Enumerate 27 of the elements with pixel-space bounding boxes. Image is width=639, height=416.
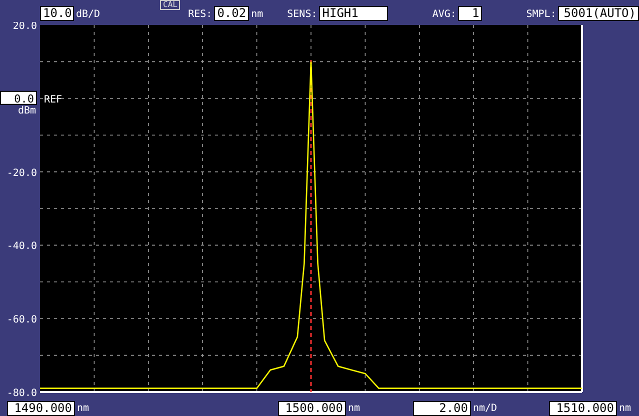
wavelength-unit: nm [77,402,90,416]
wavelength-field[interactable]: 1510.000 [549,401,617,416]
ref-level-field[interactable]: 0.0 [0,90,37,106]
setting-label: AVG: [432,8,456,22]
setting-field[interactable]: 5001(AUTO) [558,6,639,21]
scale-unit: dB/D [76,8,100,22]
y-axis-label: -20.0 [6,168,37,179]
setting-label: SMPL: [526,8,556,22]
setting-label: SENS: [287,8,318,22]
scale-field[interactable]: 10.0 [40,6,74,21]
ref-label: REF [44,94,62,106]
setting-label: RES: [188,8,212,22]
cal-badge: CAL [160,0,180,10]
y-axis-label: -60.0 [6,314,37,326]
span-field[interactable]: 2.00 [413,401,471,416]
wavelength-field[interactable]: 1500.000 [278,401,346,416]
ref-unit: dBm [18,105,36,116]
setting-unit: nm [251,8,264,22]
setting-field[interactable]: 1 [458,6,482,21]
setting-field[interactable]: HIGH1 [319,6,388,21]
y-axis-label: -40.0 [6,241,37,252]
y-axis-label: -80.0 [6,388,37,399]
wavelength-unit: nm [619,402,632,416]
wavelength-field[interactable]: 1490.000 [7,401,75,416]
span-unit: nm/D [473,402,498,416]
setting-field[interactable]: 0.02 [214,6,250,21]
wavelength-unit: nm [348,402,360,416]
